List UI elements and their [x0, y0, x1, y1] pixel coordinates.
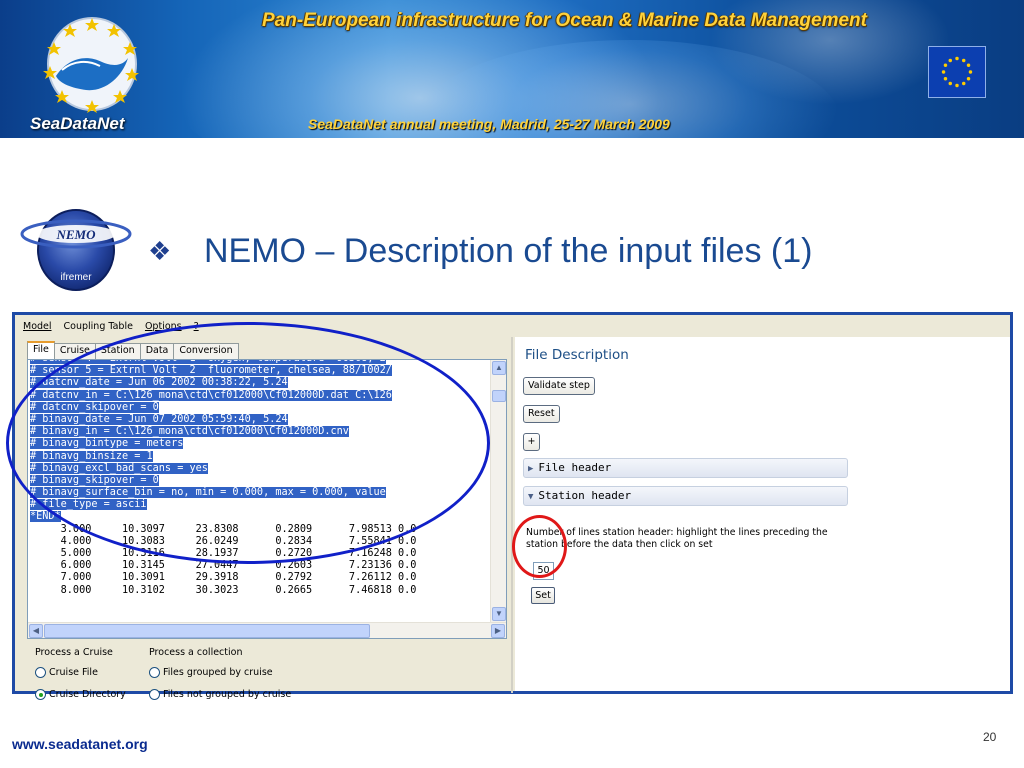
header-banner: SeaDataNet Pan-European infrastructure f… — [0, 0, 1024, 138]
footer-url[interactable]: www.seadatanet.org — [12, 736, 148, 752]
process-options: Process a Cruise Process a collection Cr… — [35, 643, 505, 703]
nemo-logo: NEMO ifremer — [20, 209, 132, 291]
menu-coupling-table[interactable]: Coupling Table — [64, 321, 133, 332]
annotation-oval-blue — [6, 322, 490, 564]
slide-title: NEMO – Description of the input files (1… — [204, 232, 813, 270]
radio-button[interactable] — [149, 689, 160, 700]
section-label: Station header — [538, 489, 632, 502]
file-header-section[interactable]: ▶ File header — [523, 458, 848, 478]
seadatanet-logo — [43, 17, 139, 113]
validate-step-button[interactable]: Validate step — [523, 377, 595, 395]
radio-button[interactable] — [35, 667, 46, 678]
scroll-thumb[interactable] — [492, 390, 506, 402]
seadatanet-logo-text: SeaDataNet — [30, 114, 125, 133]
scroll-thumb-horizontal[interactable] — [44, 624, 370, 638]
scroll-right-icon[interactable]: ▶ — [491, 624, 505, 638]
file-content-line: 8.000 10.3102 30.3023 0.2665 7.46818 0.0 — [28, 585, 490, 597]
process-cruise-label: Process a Cruise — [35, 647, 113, 658]
radio-cruise-file[interactable]: Cruise File — [35, 667, 98, 678]
file-description-panel: File Description Validate step Reset + ▶… — [515, 337, 1010, 691]
expand-right-icon: ▶ — [528, 464, 534, 474]
file-content-line: 7.000 10.3091 29.3918 0.2792 7.26112 0.0 — [28, 572, 490, 584]
banner-subtitle: SeaDataNet annual meeting, Madrid, 25-27… — [308, 116, 670, 132]
ifremer-text: ifremer — [60, 272, 92, 283]
radio-button[interactable] — [149, 667, 160, 678]
section-label: File header — [538, 461, 612, 474]
file-content-line-text: 8.000 10.3102 30.3023 0.2665 7.46818 0.0 — [30, 584, 417, 596]
station-header-section[interactable]: ▼ Station header — [523, 486, 848, 506]
radio-cruise-directory[interactable]: Cruise Directory — [35, 689, 126, 700]
station-header-help-text: Number of lines station header: highligh… — [526, 527, 828, 550]
annotation-oval-red — [512, 515, 567, 578]
nemo-logo-text: NEMO — [55, 227, 96, 242]
scroll-up-icon[interactable]: ▲ — [492, 361, 506, 375]
scroll-down-icon[interactable]: ▼ — [492, 607, 506, 621]
collapse-down-icon: ▼ — [528, 492, 534, 502]
banner-title: Pan-European infrastructure for Ocean & … — [262, 10, 867, 31]
page-number: 20 — [983, 730, 997, 744]
scroll-left-icon[interactable]: ◀ — [29, 624, 43, 638]
radio-files-not-grouped[interactable]: Files not grouped by cruise — [149, 689, 291, 700]
vertical-scrollbar[interactable]: ▲ ▼ — [490, 360, 506, 622]
horizontal-scrollbar[interactable]: ◀ ▶ — [28, 622, 506, 638]
menu-model[interactable]: Model — [23, 321, 52, 332]
radio-label: Files not grouped by cruise — [163, 689, 292, 700]
radio-label: Cruise File — [49, 667, 98, 678]
radio-label: Cruise Directory — [49, 689, 126, 700]
radio-files-grouped[interactable]: Files grouped by cruise — [149, 667, 273, 678]
radio-label: Files grouped by cruise — [163, 667, 273, 678]
set-button[interactable]: Set — [531, 587, 555, 604]
radio-button-selected[interactable] — [35, 689, 46, 700]
add-button[interactable]: + — [523, 433, 540, 451]
process-collection-label: Process a collection — [149, 647, 243, 658]
bullet-icon: ❖ — [148, 236, 172, 266]
eu-flag-icon — [928, 46, 986, 98]
file-content-line-text: 7.000 10.3091 29.3918 0.2792 7.26112 0.0 — [30, 572, 417, 584]
tab-file[interactable]: File — [27, 341, 55, 359]
reset-button[interactable]: Reset — [523, 405, 560, 423]
panel-divider[interactable] — [511, 337, 513, 693]
panel-title: File Description — [525, 347, 629, 363]
